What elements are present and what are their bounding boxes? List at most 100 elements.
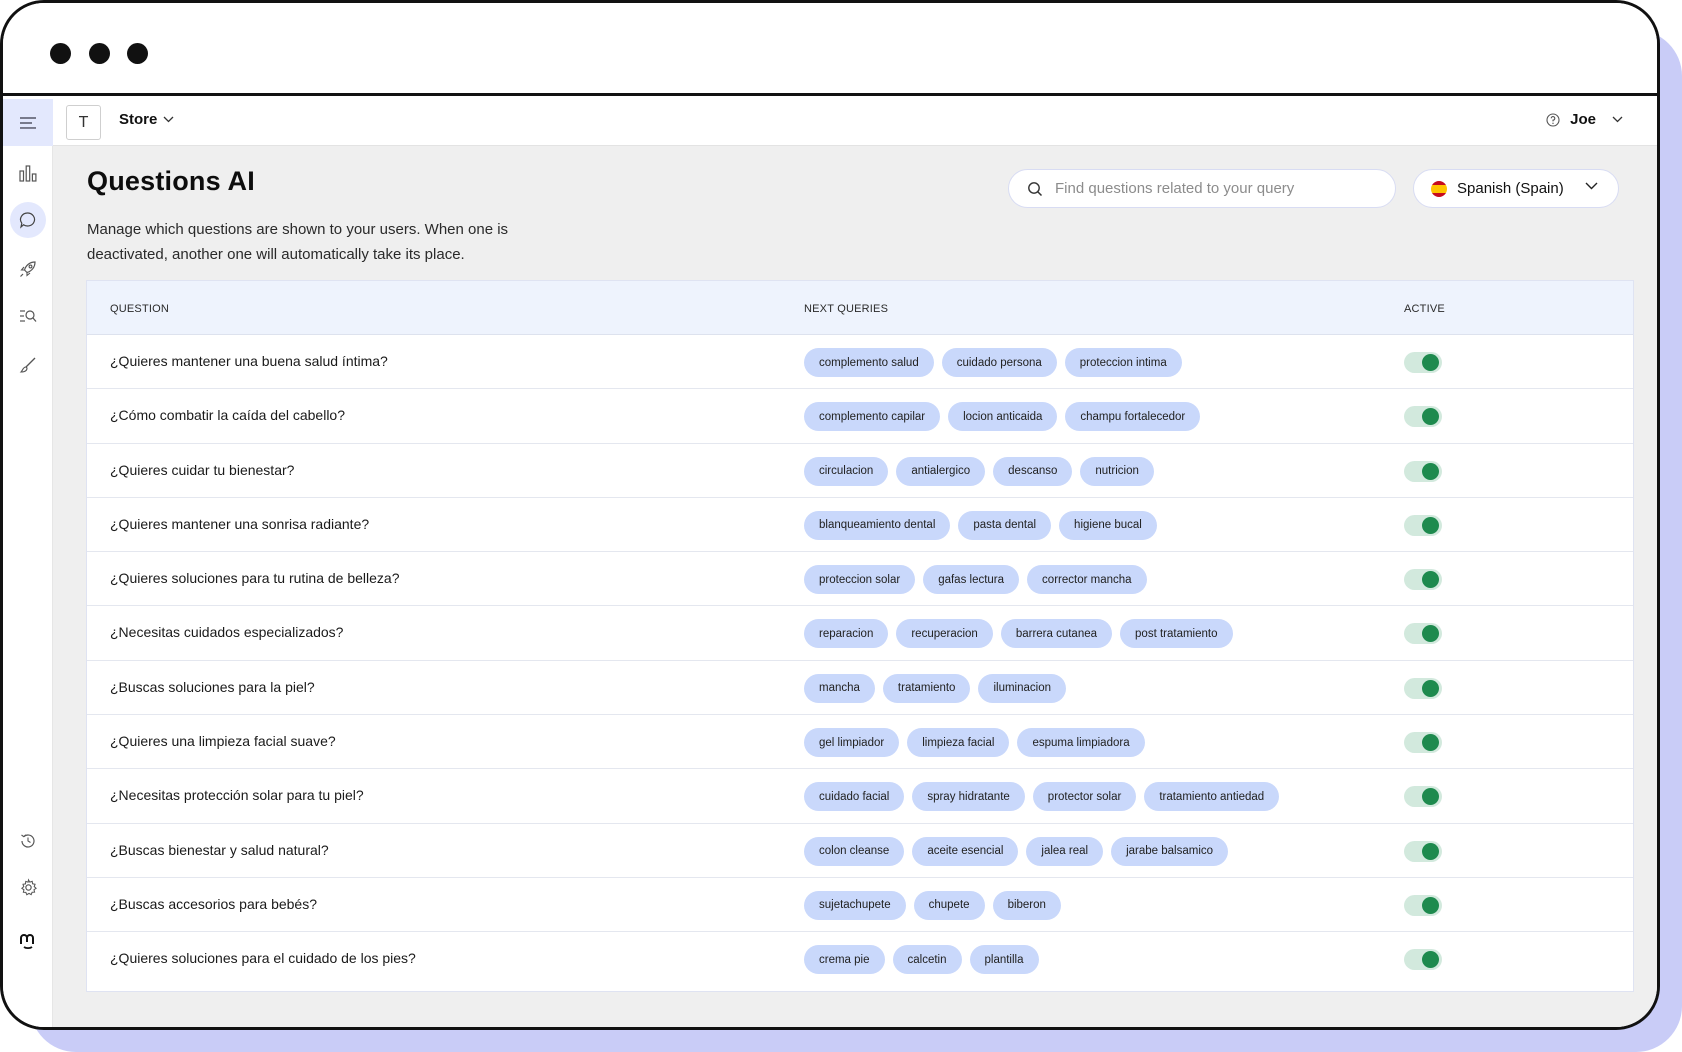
next-queries-list: sujetachupete chupete biberon xyxy=(804,890,1061,920)
user-name: Joe xyxy=(1570,111,1596,128)
question-text: ¿Quieres mantener una sonrisa radiante? xyxy=(110,515,370,532)
sidebar-item-analytics[interactable] xyxy=(10,155,46,191)
table-row: ¿Cómo combatir la caída del cabello? comp… xyxy=(87,389,1633,444)
query-chip: protector solar xyxy=(1032,782,1137,812)
store-avatar: T xyxy=(66,105,101,140)
user-menu[interactable]: Joe xyxy=(1546,111,1623,128)
query-chip: aceite esencial xyxy=(912,836,1019,866)
query-chip: mancha xyxy=(804,673,875,703)
question-text: ¿Quieres soluciones para tu rutina de be… xyxy=(110,570,400,587)
search-input[interactable] xyxy=(1055,180,1385,197)
language-selector[interactable]: Spanish (Spain) xyxy=(1413,169,1619,208)
query-chip: nutricion xyxy=(1080,456,1154,486)
search-icon xyxy=(1028,181,1043,196)
window-dot-2[interactable] xyxy=(89,43,110,64)
active-toggle[interactable] xyxy=(1404,786,1442,808)
table-row: ¿Quieres soluciones para tu rutina de be… xyxy=(87,552,1633,607)
active-toggle[interactable] xyxy=(1404,352,1442,373)
query-chip: reparacion xyxy=(804,619,889,649)
query-chip: sujetachupete xyxy=(804,890,906,920)
window-dot-1[interactable] xyxy=(50,43,71,64)
search-bar[interactable] xyxy=(1008,169,1396,208)
table-row: ¿Quieres mantener una buena salud íntima… xyxy=(87,335,1633,390)
brand-logo xyxy=(10,922,46,958)
active-toggle[interactable] xyxy=(1404,623,1442,645)
active-toggle[interactable] xyxy=(1404,949,1442,971)
sidebar-item-search-insights[interactable] xyxy=(10,298,46,334)
table-row: ¿Necesitas cuidados especializados? repar… xyxy=(87,606,1633,661)
toggle-knob xyxy=(1422,842,1439,860)
spain-flag-icon xyxy=(1431,180,1447,197)
search-list-icon xyxy=(20,310,37,322)
next-queries-list: reparacion recuperacion barrera cutanea pos… xyxy=(804,619,1233,649)
question-text: ¿Quieres una limpieza facial suave? xyxy=(110,733,336,750)
question-text: ¿Necesitas cuidados especializados? xyxy=(110,624,344,641)
next-queries-list: complemento capilar locion anticaida champ… xyxy=(804,402,1201,432)
table-row: ¿Necesitas protección solar para tu piel… xyxy=(87,769,1633,824)
toggle-knob xyxy=(1422,516,1439,534)
next-queries-list: colon cleanse aceite esencial jalea real ja… xyxy=(804,836,1229,866)
query-chip: champu fortalecedor xyxy=(1065,402,1201,432)
query-chip: gafas lectura xyxy=(923,565,1020,595)
store-selector[interactable]: Store xyxy=(119,111,174,128)
page-description: Manage which questions are shown to your… xyxy=(87,221,509,263)
top-bar: T Store Joe xyxy=(3,99,1657,146)
next-queries-list: complemento salud cuidado persona protecci… xyxy=(804,348,1182,377)
table-row: ¿Buscas bienestar y salud natural? colon … xyxy=(87,824,1633,878)
table-row: ¿Quieres soluciones para el cuidado de l… xyxy=(87,932,1633,986)
questions-table: QUESTION NEXT QUERIES ACTIVE ¿Quieres ma… xyxy=(86,280,1634,992)
query-chip: gel limpiador xyxy=(804,728,900,758)
active-toggle[interactable] xyxy=(1404,514,1442,536)
menu-toggle-button[interactable] xyxy=(3,99,53,146)
table-header: QUESTION NEXT QUERIES ACTIVE xyxy=(87,281,1633,335)
rocket-icon xyxy=(20,261,36,277)
question-text: ¿Quieres soluciones para el cuidado de l… xyxy=(110,950,416,967)
query-chip: pasta dental xyxy=(958,510,1052,540)
active-toggle[interactable] xyxy=(1404,677,1442,699)
bar-chart-icon xyxy=(19,165,37,182)
chevron-down-icon xyxy=(1612,116,1623,123)
table-row: ¿Buscas accesorios para bebés? sujetachup… xyxy=(87,878,1633,933)
query-chip: jalea real xyxy=(1026,836,1104,866)
active-toggle[interactable] xyxy=(1404,840,1442,862)
query-chip: limpieza facial xyxy=(907,728,1010,758)
query-chip: cuidado facial xyxy=(804,782,905,812)
page-title: Questions AI xyxy=(87,166,255,196)
window-dot-3[interactable] xyxy=(127,43,148,64)
question-text: ¿Buscas bienestar y salud natural? xyxy=(110,841,329,858)
active-toggle[interactable] xyxy=(1404,460,1442,482)
query-chip: jarabe balsamico xyxy=(1111,836,1229,866)
toggle-knob xyxy=(1422,679,1439,697)
active-toggle[interactable] xyxy=(1404,894,1442,916)
column-header-next-queries: NEXT QUERIES xyxy=(804,303,889,315)
sidebar-item-questions[interactable] xyxy=(10,202,46,238)
next-queries-list: mancha tratamiento iluminacion xyxy=(804,673,1066,703)
settings-icon xyxy=(20,877,37,895)
next-queries-list: crema pie calcetin plantilla xyxy=(804,945,1039,975)
toggle-knob xyxy=(1422,788,1439,806)
question-text: ¿Cómo combatir la caída del cabello? xyxy=(110,407,346,424)
table-row: ¿Quieres mantener una sonrisa radiante? b… xyxy=(87,498,1633,553)
query-chip: post tratamiento xyxy=(1120,619,1233,649)
main-content: Questions AI Manage which questions are … xyxy=(53,146,1657,1027)
next-queries-list: gel limpiador limpieza facial espuma limpi… xyxy=(804,728,1145,758)
query-chip: corrector mancha xyxy=(1027,565,1147,595)
active-toggle[interactable] xyxy=(1404,569,1442,591)
menu-icon xyxy=(20,116,36,129)
query-chip: antialergico xyxy=(896,456,986,486)
sidebar-item-launch[interactable] xyxy=(10,251,46,287)
brand-logo-icon xyxy=(20,934,34,950)
query-chip: calcetin xyxy=(892,945,962,975)
toggle-knob xyxy=(1422,408,1439,426)
question-text: ¿Quieres cuidar tu bienestar? xyxy=(110,461,295,478)
sidebar-item-history[interactable] xyxy=(10,823,46,859)
help-icon[interactable] xyxy=(1546,112,1560,127)
active-toggle[interactable] xyxy=(1404,406,1442,428)
query-chip: recuperacion xyxy=(896,619,993,649)
active-toggle[interactable] xyxy=(1404,732,1442,754)
query-chip: iluminacion xyxy=(978,673,1066,703)
query-chip: locion anticaida xyxy=(948,402,1058,432)
question-text: ¿Buscas soluciones para la piel? xyxy=(110,678,315,695)
sidebar-item-settings[interactable] xyxy=(10,869,46,905)
sidebar-item-customize[interactable] xyxy=(10,347,46,383)
